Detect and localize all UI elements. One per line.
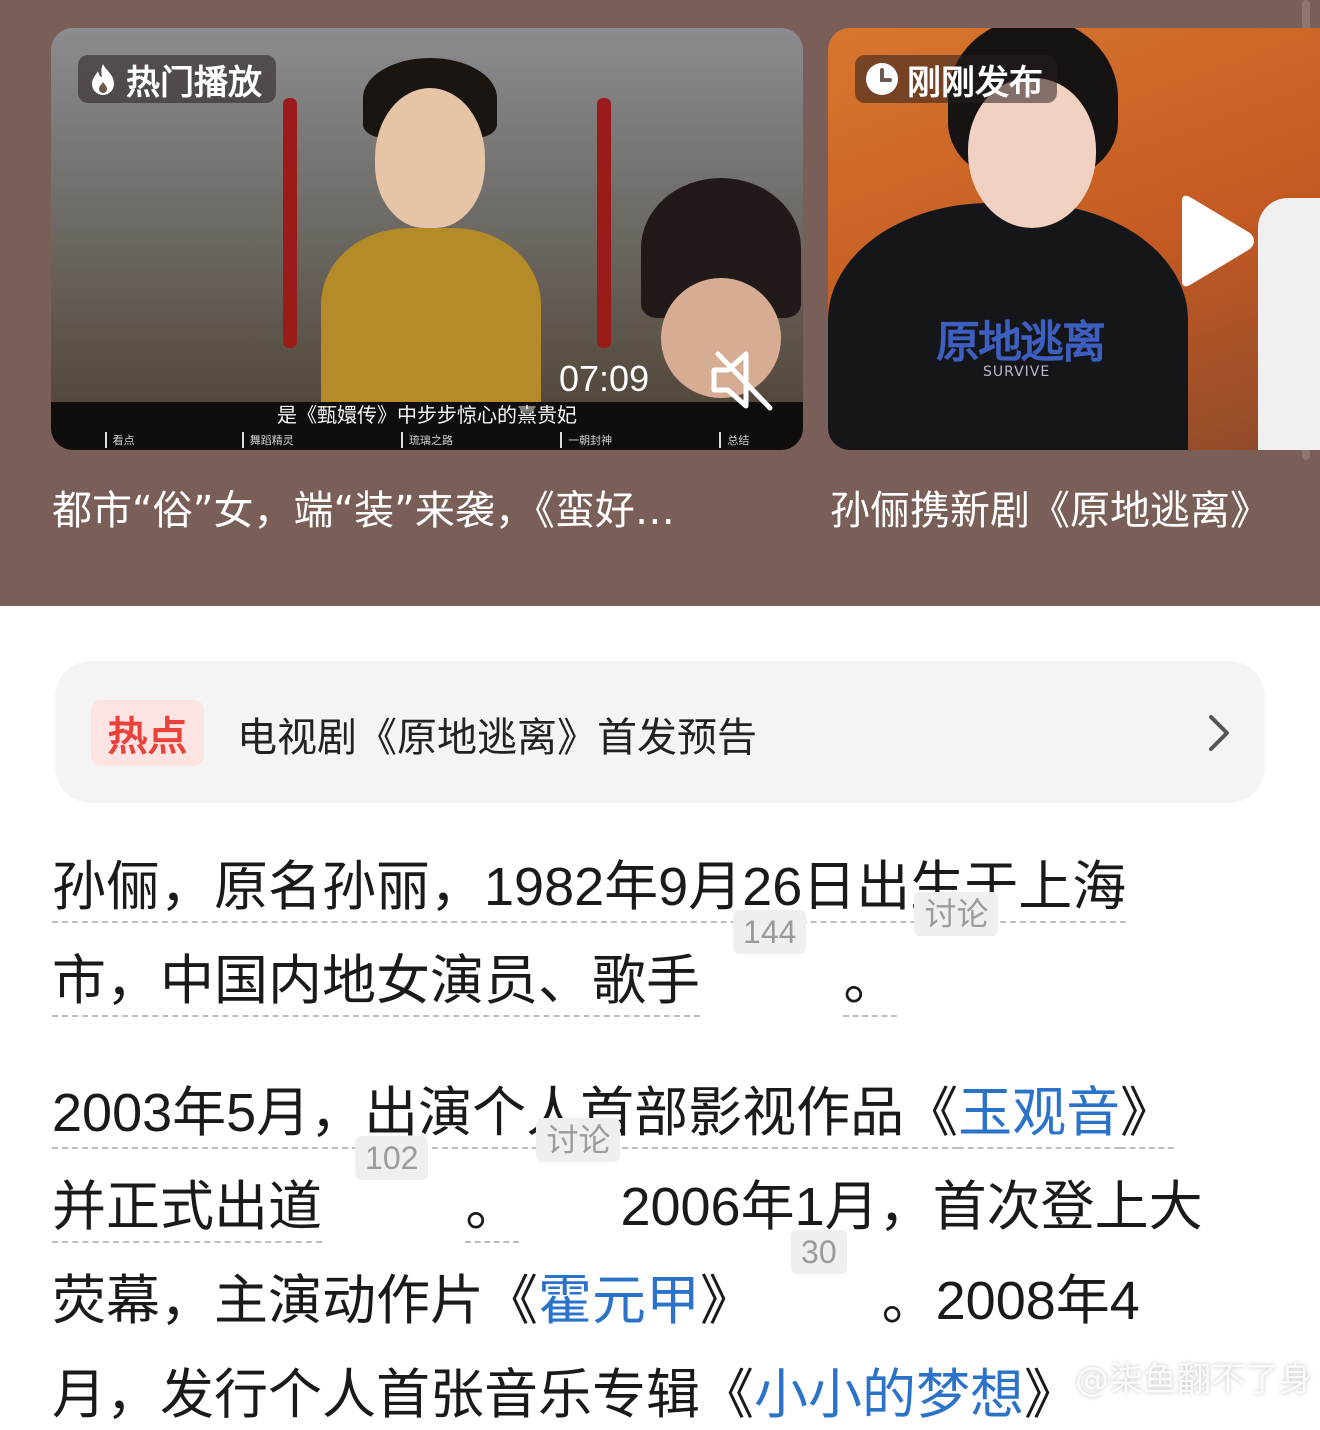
play-icon[interactable] xyxy=(1168,193,1258,289)
video-duration: 07:09 xyxy=(559,358,650,399)
article-text: 荧幕，主演动作片《 xyxy=(52,1271,538,1331)
article-text: 市，中国内地女演员、歌手 xyxy=(52,951,700,1017)
hot-play-badge: 热门播放 xyxy=(78,55,276,103)
flame-icon xyxy=(92,64,114,95)
chevron-right-icon[interactable] xyxy=(1207,713,1231,753)
discuss-tag[interactable]: 讨论 xyxy=(914,892,999,936)
badge-label: 刚刚发布 xyxy=(907,62,1043,103)
article-line: 市，中国内地女演员、歌手 144 。 讨论 xyxy=(52,892,999,1017)
work-link[interactable]: 玉观音 xyxy=(958,1083,1121,1149)
shirt-print: SURVIVE xyxy=(983,364,1051,380)
article-text: 。2008年4 xyxy=(881,1271,1140,1331)
shirt-print: 原地逃离 xyxy=(936,317,1106,368)
chapter-item[interactable]: 舞蹈精灵 xyxy=(241,432,294,448)
hot-topic-text[interactable]: 电视剧《原地逃离》首发预告 xyxy=(237,705,757,763)
citation-badge[interactable]: 102 xyxy=(355,1136,429,1180)
chapter-item[interactable]: 看点 xyxy=(104,432,135,448)
video-card-1[interactable]: 热门播放 是《甄嬛传》中步步惊心的熹贵妃 看点 舞蹈精灵 琉璃之路 一朝封神 总… xyxy=(51,28,803,450)
article-text: 月，发行个人首张音乐专辑《 xyxy=(52,1365,754,1425)
article-text: 》 xyxy=(700,1271,754,1331)
article-text: 2003年5月，出演个人首部影视作品《 xyxy=(52,1083,959,1149)
discuss-tag[interactable]: 讨论 xyxy=(536,1118,621,1162)
article-text: 》 xyxy=(1024,1365,1078,1425)
work-link[interactable]: 霍元甲 xyxy=(538,1271,700,1331)
chapter-item[interactable]: 一朝封神 xyxy=(560,432,612,448)
just-published-badge: 刚刚发布 xyxy=(855,55,1057,103)
chapter-item[interactable]: 琉璃之路 xyxy=(400,432,453,448)
article-line: 月，发行个人首张音乐专辑《小小的梦想》 xyxy=(52,1350,1078,1430)
work-link[interactable]: 小小的梦想 xyxy=(754,1365,1024,1425)
mute-icon[interactable] xyxy=(708,346,776,414)
article-text: 并正式出道 xyxy=(52,1177,322,1243)
article-line: 并正式出道 102 。 讨论 2006年1月，首次登上大 xyxy=(52,1118,1203,1243)
video-title[interactable]: 孙俪携新剧《原地逃离》 xyxy=(830,478,1320,536)
article-text: 。 xyxy=(465,1177,520,1243)
badge-label: 热门播放 xyxy=(126,62,262,103)
video-thumbnail xyxy=(301,48,541,418)
article-text: 。 xyxy=(843,951,898,1017)
video-thumbnail xyxy=(1258,198,1320,450)
citation-badge[interactable]: 144 xyxy=(733,910,807,954)
hot-topic-bar[interactable]: 热点 电视剧《原地逃离》首发预告 xyxy=(55,661,1265,803)
article-text: 》 xyxy=(1120,1083,1175,1149)
chapter-list[interactable]: 看点 舞蹈精灵 琉璃之路 一朝封神 总结 xyxy=(51,432,803,448)
clock-icon xyxy=(866,63,898,95)
watermark: @柒鱼翻不了身 xyxy=(1075,1360,1313,1400)
citation-badge[interactable]: 30 xyxy=(791,1230,847,1274)
video-subtitle: 是《甄嬛传》中步步惊心的熹贵妃 xyxy=(277,403,577,427)
hot-tag: 热点 xyxy=(91,700,204,766)
video-feed-panel: 热门播放 是《甄嬛传》中步步惊心的熹贵妃 看点 舞蹈精灵 琉璃之路 一朝封神 总… xyxy=(0,0,1320,606)
video-thumbnail xyxy=(597,98,611,348)
article-line: 荧幕，主演动作片《霍元甲》 30 。2008年4 xyxy=(52,1230,1140,1336)
video-card-2[interactable]: 原地逃离 SURVIVE 刚刚发布 xyxy=(828,28,1320,450)
video-title[interactable]: 都市“俗”女，端“装”来袭，《蛮好… xyxy=(52,478,772,536)
article-text: 2006年1月，首次登上大 xyxy=(620,1177,1203,1237)
video-thumbnail xyxy=(283,98,297,348)
chapter-item[interactable]: 总结 xyxy=(719,432,749,448)
